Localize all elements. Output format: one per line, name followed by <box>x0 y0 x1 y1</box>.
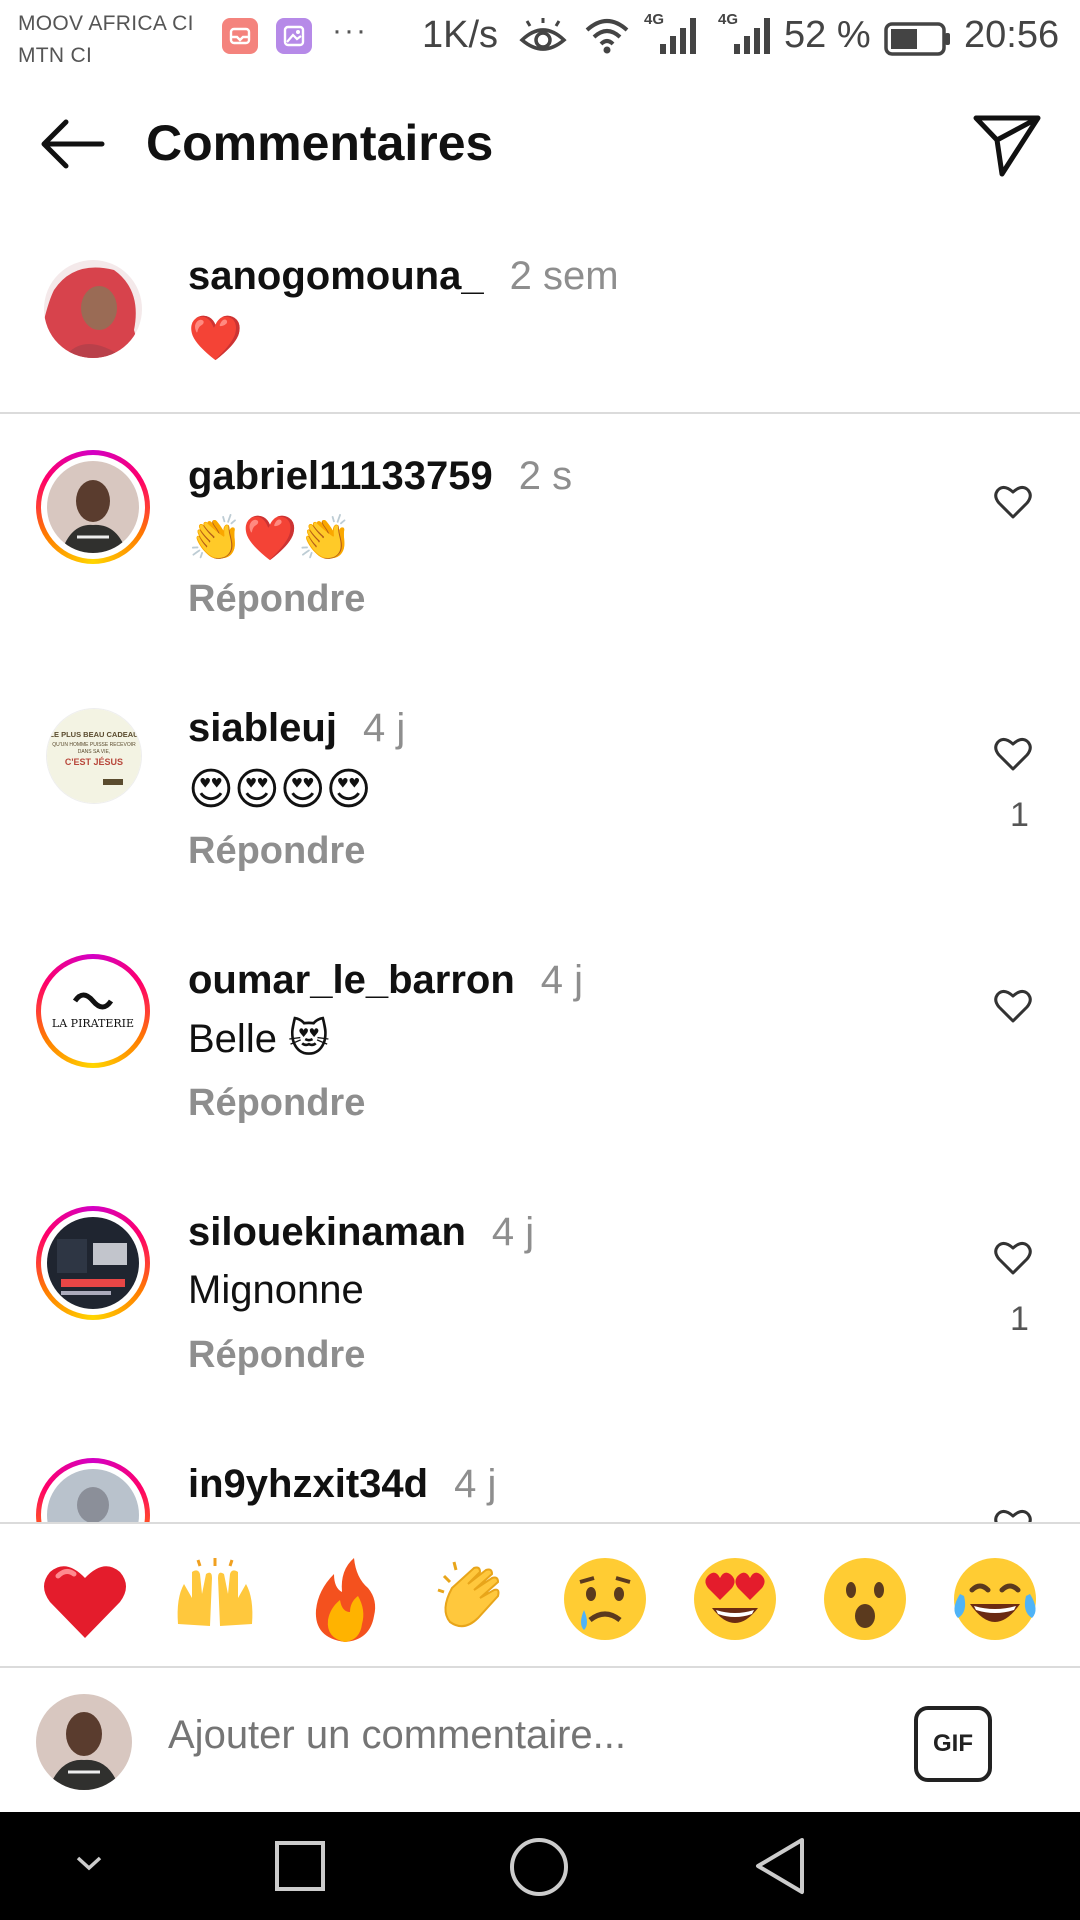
like-count: 1 <box>1010 796 1029 834</box>
carrier-info: MOOV AFRICA CI MTN CI <box>18 8 194 72</box>
caption-time: 2 sem <box>509 254 619 298</box>
svg-text:LE PLUS BEAU CADEAU: LE PLUS BEAU CADEAU <box>49 730 138 739</box>
reply-button[interactable]: Répondre <box>188 830 365 873</box>
back-triangle-icon[interactable] <box>752 1836 808 1896</box>
comment-text: 😍😍😍😍 <box>188 765 372 814</box>
page-title: Commentaires <box>146 115 494 171</box>
carrier-line2: MTN CI <box>18 44 93 67</box>
comment-header: oumar_le_barron 4 j <box>188 958 583 1003</box>
svg-text:QU'UN HOMME PUISSE RECEVOIR: QU'UN HOMME PUISSE RECEVOIR <box>52 742 136 748</box>
heart-icon[interactable] <box>994 988 1032 1024</box>
comment-username[interactable]: gabriel11133759 <box>188 454 493 498</box>
current-user-avatar <box>36 1694 132 1790</box>
system-navigation-bar <box>0 1812 1080 1920</box>
comments-list: gabriel11133759 2 s 👏❤️👏 Répondre LE PLUS… <box>0 414 1080 1522</box>
gif-button[interactable]: GIF <box>914 1706 992 1782</box>
send-icon[interactable] <box>970 110 1044 180</box>
battery-percent: 52 % <box>784 14 871 56</box>
emoji-fire-button[interactable] <box>300 1554 390 1644</box>
arrow-left-icon[interactable] <box>36 114 108 174</box>
header: Commentaires <box>0 80 1080 206</box>
comment-username[interactable]: in9yhzxit34d <box>188 1462 428 1506</box>
comment-username[interactable]: siableuj <box>188 706 337 750</box>
network-speed: 1K/s <box>422 14 499 56</box>
comment-item: LE PLUS BEAU CADEAU QU'UN HOMME PUISSE R… <box>0 666 1080 918</box>
signal-icon-2: 4G <box>714 10 776 65</box>
heart-icon[interactable] <box>994 1240 1032 1276</box>
reply-button[interactable]: Répondre <box>188 1334 365 1377</box>
more-notifications: ··· <box>332 14 368 47</box>
comment-username[interactable]: silouekinaman <box>188 1210 466 1254</box>
emoji-heart-eyes-button[interactable] <box>690 1554 780 1644</box>
notification-app-icon <box>222 18 258 54</box>
comment-time: 2 s <box>518 454 573 498</box>
svg-text:DANS SA VIE,: DANS SA VIE, <box>78 749 111 755</box>
comment-text: Mignonne <box>188 1268 364 1312</box>
emoji-crying-face-button[interactable] <box>560 1554 650 1644</box>
caption-header: sanogomouna_ 2 sem <box>188 254 619 299</box>
avatar[interactable] <box>44 260 142 358</box>
comment-username[interactable]: oumar_le_barron <box>188 958 515 1002</box>
clock: 20:56 <box>964 14 1060 56</box>
heart-icon[interactable] <box>994 1508 1032 1522</box>
comment-text: 👏❤️👏 <box>188 514 353 563</box>
comment-item: in9yhzxit34d 4 j <box>0 1422 1080 1522</box>
emoji-raising-hands-button[interactable] <box>170 1554 260 1644</box>
comment-text: Belle 😻 <box>188 1017 330 1061</box>
comment-item: gabriel11133759 2 s 👏❤️👏 Répondre <box>0 414 1080 666</box>
svg-text:4G: 4G <box>718 11 738 28</box>
post-caption: sanogomouna_ 2 sem ❤️ <box>0 206 1080 414</box>
heart-icon[interactable] <box>994 736 1032 772</box>
comment-time: 4 j <box>491 1210 535 1254</box>
comment-header: gabriel11133759 2 s <box>188 454 572 499</box>
svg-text:LA PIRATERIE: LA PIRATERIE <box>52 1017 134 1030</box>
chevron-down-icon[interactable] <box>74 1854 104 1874</box>
avatar[interactable]: LA PIRATERIE <box>36 954 150 1068</box>
comment-item: LA PIRATERIE oumar_le_barron 4 j Belle 😻 … <box>0 918 1080 1170</box>
eye-comfort-icon <box>519 18 567 51</box>
comment-item: silouekinaman 4 j Mignonne Répondre 1 <box>0 1170 1080 1422</box>
recent-apps-square-icon[interactable] <box>274 1840 326 1892</box>
gallery-app-icon <box>276 18 312 54</box>
caption-username[interactable]: sanogomouna_ <box>188 254 484 298</box>
svg-text:4G: 4G <box>644 11 664 28</box>
comment-time: 4 j <box>454 1462 497 1506</box>
emoji-quick-bar <box>0 1522 1080 1668</box>
wifi-icon <box>585 19 629 54</box>
avatar[interactable]: LE PLUS BEAU CADEAU QU'UN HOMME PUISSE R… <box>46 708 142 804</box>
status-bar: MOOV AFRICA CI MTN CI ··· 1K/s 4G 4G 52 … <box>0 0 1080 80</box>
avatar[interactable] <box>36 450 150 564</box>
battery-icon <box>884 22 950 56</box>
comment-composer: GIF <box>0 1666 1080 1814</box>
comment-input[interactable] <box>166 1712 870 1759</box>
avatar[interactable] <box>36 1206 150 1320</box>
signal-icon-1: 4G <box>640 10 702 65</box>
svg-text:C'EST JÉSUS: C'EST JÉSUS <box>65 757 123 767</box>
like-count: 1 <box>1010 1300 1029 1338</box>
comment-header: siableuj 4 j <box>188 706 405 751</box>
reply-button[interactable]: Répondre <box>188 578 365 621</box>
comment-time: 4 j <box>540 958 584 1002</box>
carrier-line1: MOOV AFRICA CI <box>18 12 194 35</box>
reply-button[interactable]: Répondre <box>188 1082 365 1125</box>
caption-text: ❤️ <box>188 314 243 363</box>
emoji-clapping-hands-button[interactable] <box>430 1554 520 1644</box>
emoji-tears-of-joy-button[interactable] <box>950 1554 1040 1644</box>
comment-time: 4 j <box>362 706 406 750</box>
home-circle-icon[interactable] <box>508 1836 570 1898</box>
emoji-heart-button[interactable] <box>40 1554 130 1644</box>
comment-header: in9yhzxit34d 4 j <box>188 1462 496 1507</box>
avatar[interactable] <box>36 1458 150 1522</box>
heart-icon[interactable] <box>994 484 1032 520</box>
comment-header: silouekinaman 4 j <box>188 1210 534 1255</box>
emoji-surprised-face-button[interactable] <box>820 1554 910 1644</box>
